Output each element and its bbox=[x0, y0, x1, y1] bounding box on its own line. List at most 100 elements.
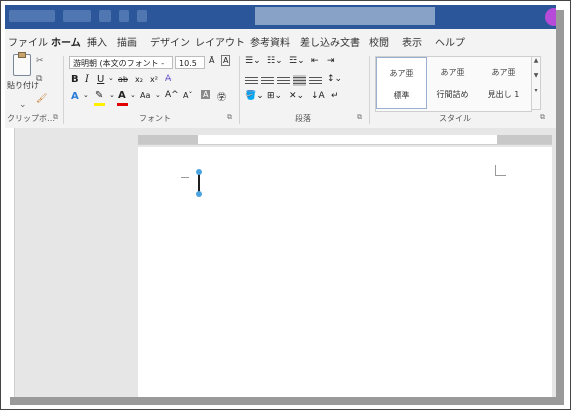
left-margin-mark bbox=[181, 177, 189, 178]
ruler-right-margin bbox=[497, 135, 552, 144]
change-case-button[interactable]: Aa bbox=[140, 91, 150, 100]
avatar[interactable] bbox=[545, 8, 556, 26]
style-sample: あア亜 bbox=[440, 68, 465, 77]
multilevel-list-button[interactable]: ☲⌄ bbox=[289, 56, 305, 66]
styles-more-icon[interactable]: ▾ bbox=[532, 87, 540, 94]
underline-button[interactable]: U bbox=[97, 74, 104, 85]
align-left-button[interactable] bbox=[245, 75, 258, 86]
superscript-button[interactable]: x² bbox=[150, 75, 158, 84]
undo-icon[interactable] bbox=[119, 10, 129, 22]
style-name: 標準 bbox=[393, 91, 410, 100]
font-size-combobox[interactable]: 10.5 bbox=[175, 56, 205, 69]
document-page[interactable] bbox=[138, 147, 552, 397]
cut-icon[interactable]: ✂ bbox=[36, 56, 44, 66]
autosave-toggle[interactable] bbox=[63, 10, 91, 22]
font-launcher-icon[interactable]: ⧉ bbox=[227, 113, 232, 122]
horizontal-ruler[interactable] bbox=[138, 135, 552, 145]
show-formatting-marks-button[interactable]: ↵ bbox=[331, 91, 339, 101]
enclosed-character-icon[interactable]: ㊫ bbox=[217, 90, 226, 103]
styles-gallery: あア亜 標準 あア亜 行間詰め あア亜 見出し 1 bbox=[375, 56, 532, 112]
clipboard-launcher-icon[interactable]: ⧉ bbox=[53, 113, 58, 122]
strikethrough-button[interactable]: ab bbox=[118, 75, 128, 84]
increase-indent-button[interactable]: ⇥ bbox=[327, 56, 335, 66]
highlight-color-swatch bbox=[94, 103, 105, 106]
borders-button[interactable]: ⊞⌄ bbox=[267, 91, 282, 101]
format-painter-icon[interactable]: 🖌 bbox=[36, 94, 47, 104]
ribbon-home: 貼り付け ⌄ ✂ ⧉ 🖌 クリップボ… ⧉ 游明朝 (本文のフォント - 10.… bbox=[5, 50, 556, 129]
decrease-indent-button[interactable]: ⇤ bbox=[311, 56, 319, 66]
tab-0[interactable]: ファイル bbox=[8, 34, 48, 49]
paste-icon[interactable] bbox=[13, 52, 31, 76]
asian-layout-button[interactable]: ✕⌄ bbox=[289, 91, 304, 101]
text-cursor[interactable] bbox=[196, 169, 202, 197]
style-sample: あア亜 bbox=[389, 69, 414, 78]
tab-1[interactable]: ホーム bbox=[51, 34, 81, 53]
highlight-color-button[interactable]: ✎ bbox=[95, 90, 103, 101]
tab-9[interactable]: 表示 bbox=[402, 34, 422, 49]
grow-font-icon[interactable]: Ā bbox=[209, 56, 214, 65]
numbering-button[interactable]: ☷⌄ bbox=[267, 56, 283, 66]
paste-dropdown-icon[interactable]: ⌄ bbox=[19, 100, 27, 110]
italic-button[interactable]: I bbox=[85, 74, 89, 85]
title-bar bbox=[5, 5, 556, 29]
bold-button[interactable]: B bbox=[71, 74, 79, 85]
tab-6[interactable]: 参考資料 bbox=[250, 34, 290, 49]
align-right-button[interactable] bbox=[277, 75, 290, 86]
tab-5[interactable]: レイアウト bbox=[195, 34, 245, 49]
subscript-button[interactable]: x₂ bbox=[135, 75, 143, 84]
style-sample: あア亜 bbox=[491, 68, 516, 77]
shading-button[interactable]: 🪣⌄ bbox=[245, 91, 264, 101]
highlight-dropdown-icon[interactable]: ⌄ bbox=[109, 91, 115, 99]
text-effects-button[interactable]: A bbox=[71, 91, 79, 102]
clear-formatting-icon[interactable]: A̶ bbox=[165, 74, 171, 84]
chevron-down-icon[interactable]: ▼ bbox=[532, 72, 540, 79]
shrink-font-button[interactable]: Aˇ bbox=[183, 91, 192, 100]
quick-access-toolbar[interactable] bbox=[9, 10, 55, 22]
clipboard-group-label: クリップボ… bbox=[7, 114, 55, 123]
sort-button[interactable]: ↓A bbox=[311, 91, 325, 101]
character-shading-button[interactable]: A bbox=[201, 90, 211, 99]
line-spacing-button[interactable]: ↕⌄ bbox=[327, 74, 342, 84]
grow-font-button[interactable]: A^ bbox=[165, 90, 179, 100]
frame-shadow-bottom bbox=[10, 397, 564, 405]
style-name: 行間詰め bbox=[436, 90, 469, 99]
copy-icon[interactable]: ⧉ bbox=[36, 74, 42, 84]
style-item[interactable]: あア亜見出し 1 bbox=[478, 57, 529, 109]
tab-8[interactable]: 校閲 bbox=[369, 34, 389, 49]
font-group-label: フォント bbox=[139, 114, 171, 123]
style-name: 見出し 1 bbox=[487, 90, 520, 99]
save-icon[interactable] bbox=[99, 10, 111, 22]
font-name-combobox[interactable]: 游明朝 (本文のフォント - bbox=[69, 56, 173, 69]
font-color-swatch bbox=[117, 103, 128, 106]
title-search-box[interactable] bbox=[255, 7, 435, 25]
align-center-button[interactable] bbox=[261, 75, 274, 86]
tab-7[interactable]: 差し込み文書 bbox=[300, 34, 360, 49]
font-color-dropdown-icon[interactable]: ⌄ bbox=[130, 91, 136, 99]
paragraph-launcher-icon[interactable]: ⧉ bbox=[357, 113, 362, 122]
document-workspace bbox=[5, 128, 556, 397]
frame-shadow-right bbox=[556, 10, 564, 400]
tab-2[interactable]: 挿入 bbox=[87, 34, 107, 49]
tab-3[interactable]: 描画 bbox=[117, 34, 137, 49]
corner-margin-mark bbox=[495, 165, 506, 176]
tab-10[interactable]: ヘルプ bbox=[435, 34, 465, 49]
style-item[interactable]: あア亜 標準 bbox=[376, 57, 427, 109]
paste-button[interactable]: 貼り付け bbox=[7, 80, 39, 91]
word-window: ファイル ホーム 挿入 描画 デザイン レイアウト 参考資料 差し込み文書 校閲 表示 ヘルプ 貼り… bbox=[5, 5, 556, 397]
style-item[interactable]: あア亜 行間詰め bbox=[427, 57, 478, 109]
styles-scroll[interactable]: ▲ ▼ ▾ bbox=[531, 56, 541, 110]
vertical-ruler bbox=[5, 128, 15, 397]
tab-4[interactable]: デザイン bbox=[150, 34, 190, 49]
font-color-button[interactable]: A bbox=[118, 90, 126, 101]
distributed-button[interactable] bbox=[309, 75, 322, 86]
underline-dropdown-icon[interactable]: ⌄ bbox=[108, 74, 114, 82]
change-case-dropdown-icon[interactable]: ⌄ bbox=[155, 91, 161, 99]
justify-button[interactable] bbox=[293, 75, 306, 86]
chevron-up-icon[interactable]: ▲ bbox=[532, 57, 540, 64]
text-effects-dropdown-icon[interactable]: ⌄ bbox=[83, 91, 89, 99]
styles-launcher-icon[interactable]: ⧉ bbox=[540, 113, 545, 122]
character-border-icon[interactable]: A bbox=[221, 55, 231, 66]
redo-icon[interactable] bbox=[137, 10, 147, 22]
styles-group-label: スタイル bbox=[439, 114, 471, 123]
bullets-button[interactable]: ☰⌄ bbox=[245, 56, 261, 66]
